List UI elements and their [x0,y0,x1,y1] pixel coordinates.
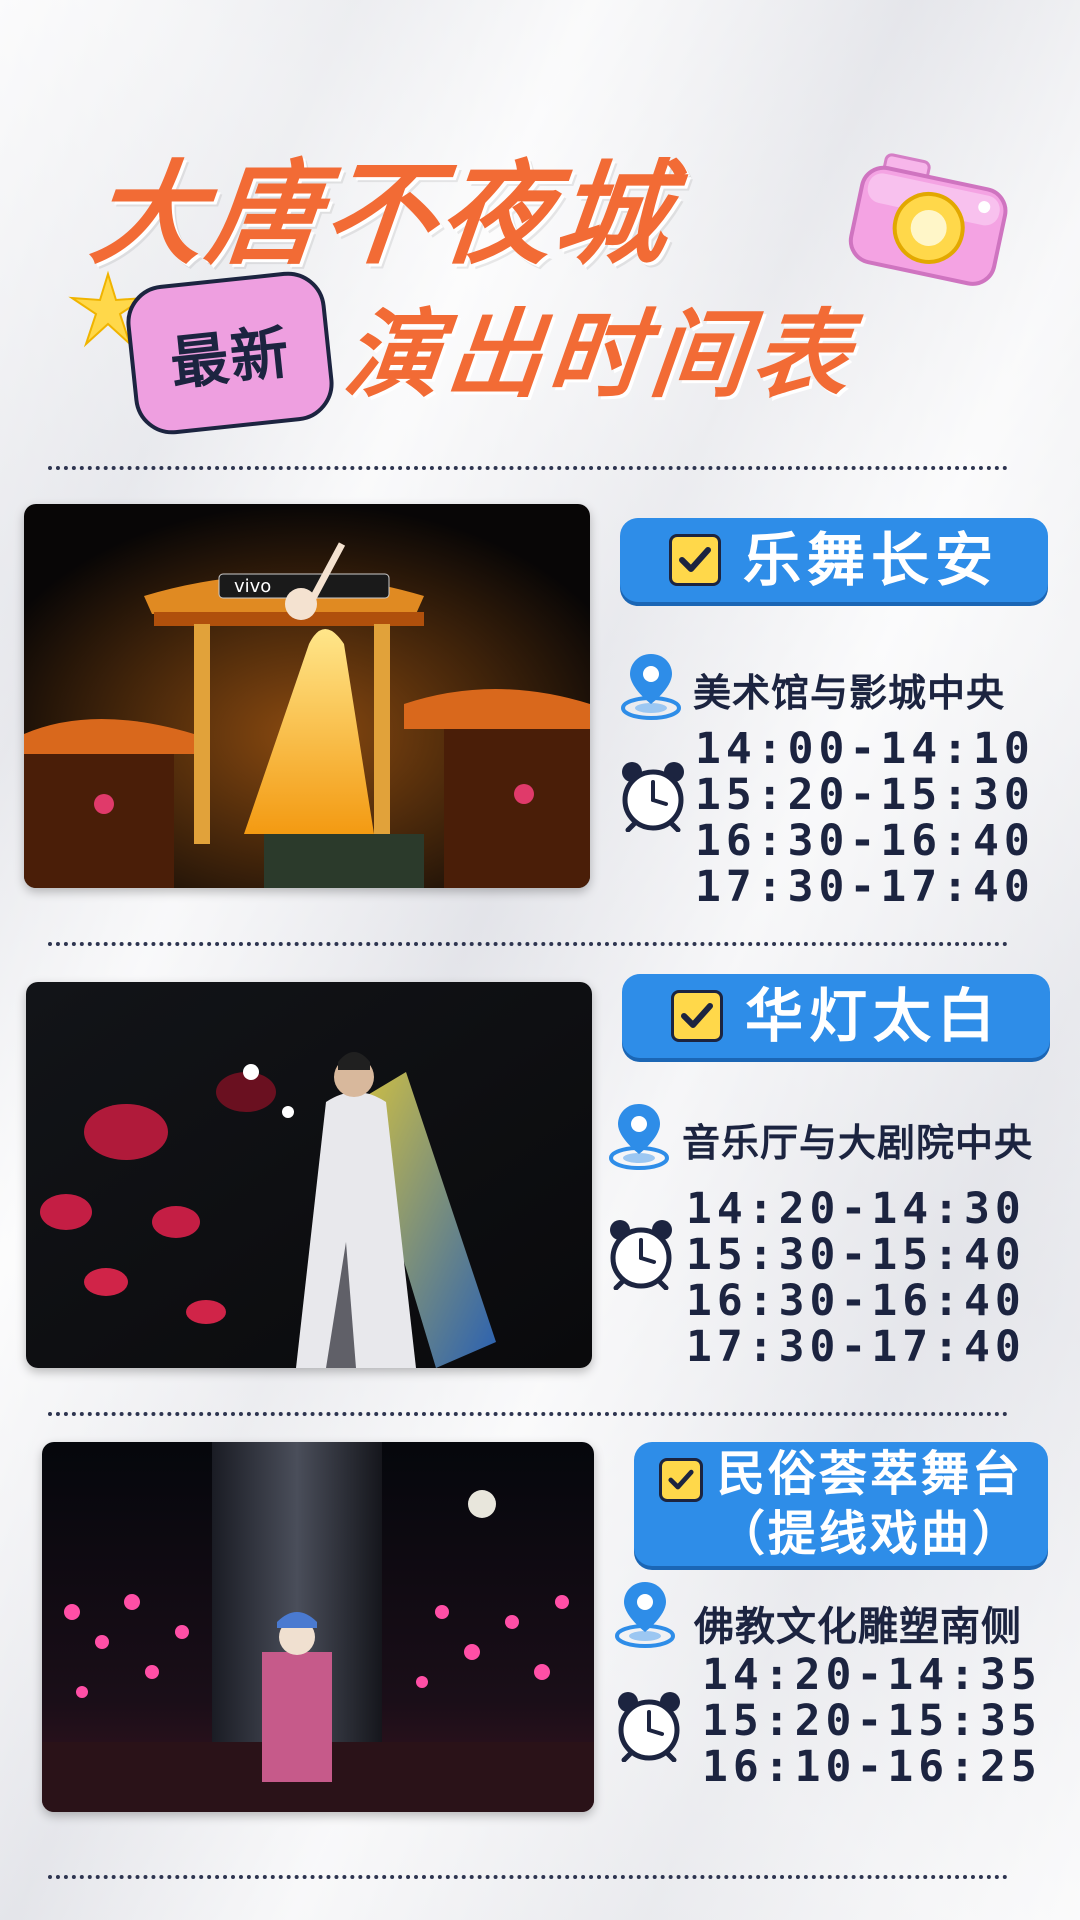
section-divider [48,466,1008,470]
time-slot: 14:00-14:10 [695,724,1035,774]
show-photo-2 [26,982,592,1368]
show-location: 音乐厅与大剧院中央 [682,1121,1034,1165]
check-icon [658,1458,703,1502]
check-icon [668,534,721,586]
svg-text:vivo: vivo [234,576,271,597]
show-title-pill-1: 乐舞长安 [620,518,1048,602]
page-title: 大唐不夜城 [85,150,679,280]
show-photo-3 [42,1442,594,1812]
show-location: 美术馆与影城中央 [693,671,1006,715]
latest-badge-label: 最新 [167,317,294,399]
time-slot: 14:20-14:35 [702,1650,1042,1700]
time-slot: 16:10-16:25 [702,1742,1042,1792]
time-slot: 15:30-15:40 [686,1230,1026,1280]
alarm-clock-icon [618,1692,680,1762]
time-slot: 17:30-17:40 [686,1322,1026,1372]
show-title: 乐舞长安 [742,526,999,594]
time-slot: 14:20-14:30 [686,1184,1026,1234]
location-pin-icon [621,654,681,720]
latest-badge: 最新 [122,267,338,439]
location-pin-icon [609,1104,669,1170]
check-icon [670,990,723,1042]
show-title: 华灯太白 [744,982,1001,1050]
alarm-clock-icon [610,1220,672,1290]
show-location: 佛教文化雕塑南侧 [694,1604,1022,1650]
page-subtitle: 演出时间表 [339,299,861,411]
show-title-line-2: （提线戏曲） [716,1506,1023,1562]
time-slot: 16:30-16:40 [695,816,1035,866]
camera-icon [848,153,1008,286]
show-title-pill-3: 民俗荟萃舞台 （提线戏曲） [634,1442,1048,1566]
show-times: 14:20-14:35 15:20-15:35 16:10-16:25 [702,1652,1042,1790]
show-times: 14:20-14:30 15:30-15:40 16:30-16:40 17:3… [686,1186,1026,1370]
time-slot: 16:30-16:40 [686,1276,1026,1326]
time-slot: 17:30-17:40 [695,862,1035,912]
show-photo-1: vivo [24,504,590,888]
section-divider [48,1875,1008,1879]
show-times: 14:00-14:10 15:20-15:30 16:30-16:40 17:3… [695,726,1035,910]
time-slot: 15:20-15:30 [695,770,1035,820]
show-title-line-1: 民俗荟萃舞台 [716,1446,1023,1502]
location-pin-icon [615,1582,675,1648]
section-divider [48,1412,1008,1416]
show-title-pill-2: 华灯太白 [622,974,1050,1058]
alarm-clock-icon [622,762,684,832]
time-slot: 15:20-15:35 [702,1696,1042,1746]
section-divider [48,942,1008,946]
